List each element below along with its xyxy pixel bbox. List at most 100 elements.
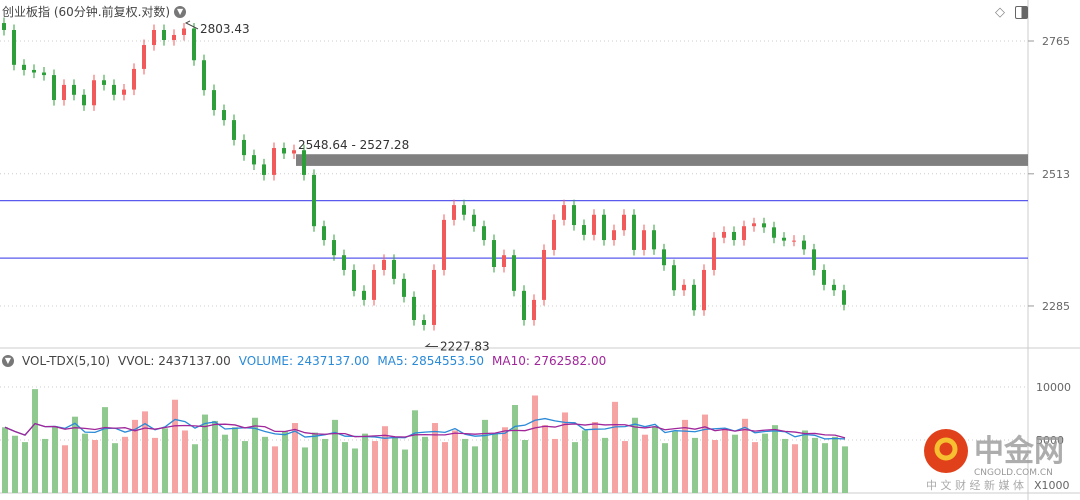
volume-bar <box>732 434 738 493</box>
candle-body <box>772 227 776 238</box>
gap-label: 2548.64 - 2527.28 <box>298 138 409 152</box>
candle-body <box>782 237 786 241</box>
volume-bar <box>232 427 238 493</box>
chart-title: 创业板指 (60分钟.前复权.对数) ▼ <box>2 3 187 20</box>
candle-body <box>362 290 366 300</box>
candle-body <box>82 94 86 106</box>
chevron-down-icon[interactable]: ▼ <box>2 355 14 367</box>
volume-bar <box>782 438 788 493</box>
volume-bar <box>212 420 218 493</box>
volume-bar <box>372 441 378 493</box>
candle-body <box>762 223 766 228</box>
volume-bar <box>582 430 588 493</box>
volume-bar <box>542 425 548 493</box>
candle-body <box>182 28 186 35</box>
candle-body <box>602 214 606 241</box>
candle-body <box>672 265 676 291</box>
volume-bar <box>92 440 98 493</box>
low-label: 2227.83 <box>440 340 490 354</box>
volume-bar <box>552 438 558 493</box>
candle-body <box>622 214 626 231</box>
candle-body <box>462 205 466 215</box>
candle-body <box>152 29 156 46</box>
candle-body <box>172 34 176 40</box>
volume-bar <box>352 448 358 493</box>
candle-body <box>442 219 446 270</box>
candle-body <box>592 214 596 235</box>
volume-bar <box>2 427 8 493</box>
candle-body <box>372 269 376 300</box>
candle-body <box>342 255 346 270</box>
volume-bar <box>642 434 648 493</box>
candle-body <box>712 237 716 270</box>
volume-bar <box>692 437 698 493</box>
candle-body <box>792 240 796 242</box>
volume-bar <box>192 444 198 493</box>
candle-body <box>562 205 566 220</box>
candle-body <box>452 205 456 220</box>
volume-bar <box>412 410 418 493</box>
volume-bar <box>62 445 68 493</box>
volume-bar <box>712 440 718 493</box>
candle-body <box>232 120 236 140</box>
candle-body <box>472 214 476 227</box>
candle-body <box>162 29 166 40</box>
volume-bar <box>292 423 298 493</box>
volume-bar <box>632 417 638 493</box>
volume-bar <box>122 436 128 493</box>
volume-bar <box>52 426 58 493</box>
volume-tick-label: 10000 <box>1036 381 1071 394</box>
volume-bar <box>792 444 798 493</box>
volume-bar <box>532 395 538 493</box>
candle-body <box>702 269 706 311</box>
volume-bar <box>222 434 228 493</box>
candle-body <box>312 174 316 227</box>
volume-bar <box>272 446 278 493</box>
volume-bar <box>452 430 458 493</box>
svg-text:中金网: 中金网 <box>974 434 1064 469</box>
volume-bar <box>522 440 528 493</box>
volume-bar <box>322 438 328 493</box>
candle-body <box>732 231 736 241</box>
chevron-down-icon[interactable]: ▼ <box>174 5 187 18</box>
volume-bar <box>312 432 318 493</box>
volume-bar <box>282 431 288 493</box>
cngold-watermark: 中金网 CNGOLD.COM.CN 中 文 财 经 新 媒 体 <box>922 425 1080 499</box>
volume-bar <box>572 442 578 493</box>
price-volume-chart: 276525132285100005000X10002548.64 - 2527… <box>0 0 1080 500</box>
volume-bar <box>82 433 88 493</box>
volume-bar <box>162 428 168 493</box>
diamond-icon[interactable]: ◇ <box>995 5 1005 20</box>
candle-body <box>532 299 536 321</box>
candle-body <box>22 64 26 70</box>
panel-toggle-icon[interactable] <box>1015 6 1028 19</box>
candle-body <box>332 240 336 256</box>
volume-bar <box>612 401 618 493</box>
candle-body <box>612 230 616 241</box>
candle-body <box>112 84 116 95</box>
volume-bar <box>332 419 338 493</box>
candle-body <box>102 80 106 85</box>
toolbar-icons: ◇ <box>995 5 1028 20</box>
high-label: 2803.43 <box>200 22 250 36</box>
candle-body <box>432 269 436 325</box>
volume-bar <box>112 443 118 493</box>
cngold-logo: 中金网 CNGOLD.COM.CN 中 文 财 经 新 媒 体 <box>924 429 1064 492</box>
chart-window: 2765 2513 2285 10000 5000 X1000 2548.64 - 2527… <box>0 0 1080 500</box>
candle-body <box>352 269 356 291</box>
candle-body <box>492 240 496 267</box>
candle-body <box>742 226 746 241</box>
candle-body <box>842 290 846 305</box>
volume-bar <box>42 438 48 493</box>
volume-bar <box>512 405 518 493</box>
volume-bar <box>812 437 818 493</box>
candle-body <box>572 205 576 226</box>
vol-indicator: VOL-TDX(5,10) <box>22 354 111 368</box>
candle-body <box>142 45 146 69</box>
volume-bar <box>402 449 408 493</box>
candle-body <box>392 259 396 279</box>
candle-body <box>212 90 216 111</box>
volume-bar <box>422 436 428 493</box>
volume-bar <box>392 437 398 493</box>
volume-bar <box>802 430 808 493</box>
